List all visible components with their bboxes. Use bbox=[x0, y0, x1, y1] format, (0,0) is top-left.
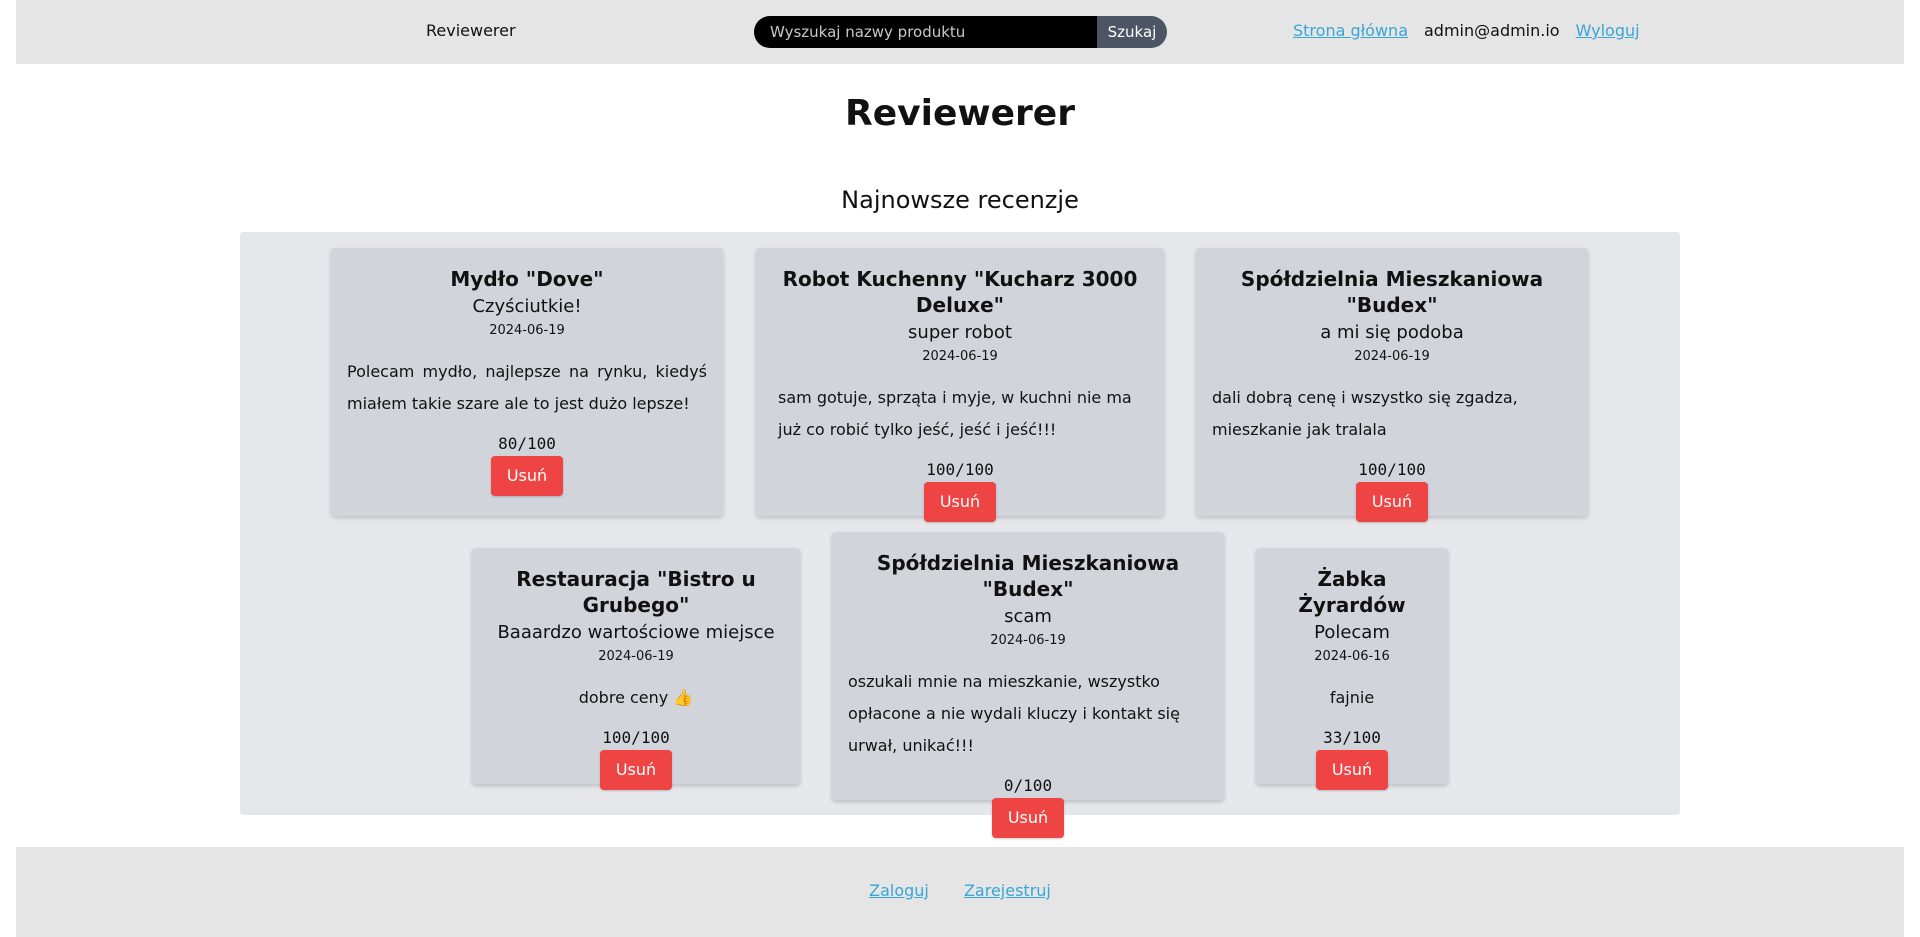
review-date: 2024-06-19 bbox=[489, 323, 565, 338]
review-score: 33/100 bbox=[1323, 728, 1381, 747]
review-body: sam gotuje, sprząta i myje, w kuchni nie… bbox=[778, 388, 1132, 439]
review-headline: super robot bbox=[908, 322, 1012, 343]
review-product-name: Spółdzielnia Mieszkaniowa "Budex" bbox=[876, 551, 1180, 601]
footer-links: Zaloguj Zarejestruj bbox=[16, 881, 1904, 900]
review-product-name: Żabka Żyrardów bbox=[1298, 567, 1406, 617]
review-date: 2024-06-19 bbox=[598, 649, 674, 664]
home-link[interactable]: Strona główna bbox=[1293, 21, 1408, 40]
reviews-panel: Mydło "Dove" Czyściutkie! 2024-06-19 Pol… bbox=[240, 232, 1680, 838]
page-title: Reviewerer bbox=[845, 93, 1075, 134]
section-title: Najnowsze recenzje bbox=[841, 186, 1079, 214]
review-date: 2024-06-16 bbox=[1314, 649, 1390, 664]
review-score: 100/100 bbox=[602, 728, 670, 747]
delete-review-button[interactable]: Usuń bbox=[490, 456, 564, 496]
top-navbar: Reviewerer Szukaj Strona główna admin@ad… bbox=[16, 0, 1904, 64]
review-headline: a mi się podoba bbox=[1320, 322, 1464, 343]
review-date: 2024-06-19 bbox=[990, 633, 1066, 648]
review-headline: Czyściutkie! bbox=[472, 296, 582, 317]
review-product-name: Restauracja "Bistro u Grubego" bbox=[516, 567, 756, 617]
review-score: 100/100 bbox=[1358, 460, 1426, 479]
review-card: Żabka Żyrardów Polecam 2024-06-16 fajnie… bbox=[1256, 548, 1448, 790]
search-input[interactable] bbox=[754, 16, 1097, 48]
page: Reviewerer Szukaj Strona główna admin@ad… bbox=[0, 0, 1920, 937]
review-score: 100/100 bbox=[926, 460, 994, 479]
review-card: Spółdzielnia Mieszkaniowa "Budex" scam 2… bbox=[832, 532, 1224, 838]
review-body: dali dobrą cenę i wszystko się zgadza, m… bbox=[1212, 388, 1518, 439]
login-link[interactable]: Zaloguj bbox=[869, 881, 929, 900]
logout-link[interactable]: Wyloguj bbox=[1576, 21, 1640, 40]
review-body: fajnie bbox=[1329, 688, 1375, 707]
current-user-email: admin@admin.io bbox=[1424, 21, 1560, 40]
review-score: 80/100 bbox=[498, 434, 556, 453]
review-body: Polecam mydło, najlepsze na rynku, kiedy… bbox=[347, 362, 707, 413]
search-form: Szukaj bbox=[754, 16, 1167, 48]
review-headline: Polecam bbox=[1314, 622, 1390, 643]
footer: Zaloguj Zarejestruj bbox=[16, 847, 1904, 937]
review-date: 2024-06-19 bbox=[1354, 349, 1430, 364]
review-product-name: Spółdzielnia Mieszkaniowa "Budex" bbox=[1240, 267, 1544, 317]
top-nav: Strona główna admin@admin.io Wyloguj bbox=[1293, 21, 1640, 40]
review-headline: scam bbox=[1004, 606, 1052, 627]
review-date: 2024-06-19 bbox=[922, 349, 998, 364]
delete-review-button[interactable]: Usuń bbox=[599, 750, 673, 790]
review-card: Robot Kuchenny "Kucharz 3000 Deluxe" sup… bbox=[756, 248, 1164, 522]
review-card: Spółdzielnia Mieszkaniowa "Budex" a mi s… bbox=[1196, 248, 1588, 522]
register-link[interactable]: Zarejestruj bbox=[964, 881, 1051, 900]
review-product-name: Mydło "Dove" bbox=[450, 267, 604, 291]
review-body: dobre ceny 👍 bbox=[578, 688, 694, 707]
review-card: Restauracja "Bistro u Grubego" Baaardzo … bbox=[472, 548, 800, 790]
review-score: 0/100 bbox=[1003, 776, 1053, 795]
review-body: oszukali mnie na mieszkanie, wszystko op… bbox=[848, 672, 1180, 755]
review-product-name: Robot Kuchenny "Kucharz 3000 Deluxe" bbox=[782, 267, 1138, 317]
review-card: Mydło "Dove" Czyściutkie! 2024-06-19 Pol… bbox=[331, 248, 723, 516]
delete-review-button[interactable]: Usuń bbox=[991, 798, 1065, 838]
delete-review-button[interactable]: Usuń bbox=[1355, 482, 1429, 522]
brand-name: Reviewerer bbox=[426, 21, 516, 40]
delete-review-button[interactable]: Usuń bbox=[923, 482, 997, 522]
delete-review-button[interactable]: Usuń bbox=[1315, 750, 1389, 790]
search-button[interactable]: Szukaj bbox=[1097, 16, 1167, 48]
review-headline: Baaardzo wartościowe miejsce bbox=[497, 622, 775, 643]
